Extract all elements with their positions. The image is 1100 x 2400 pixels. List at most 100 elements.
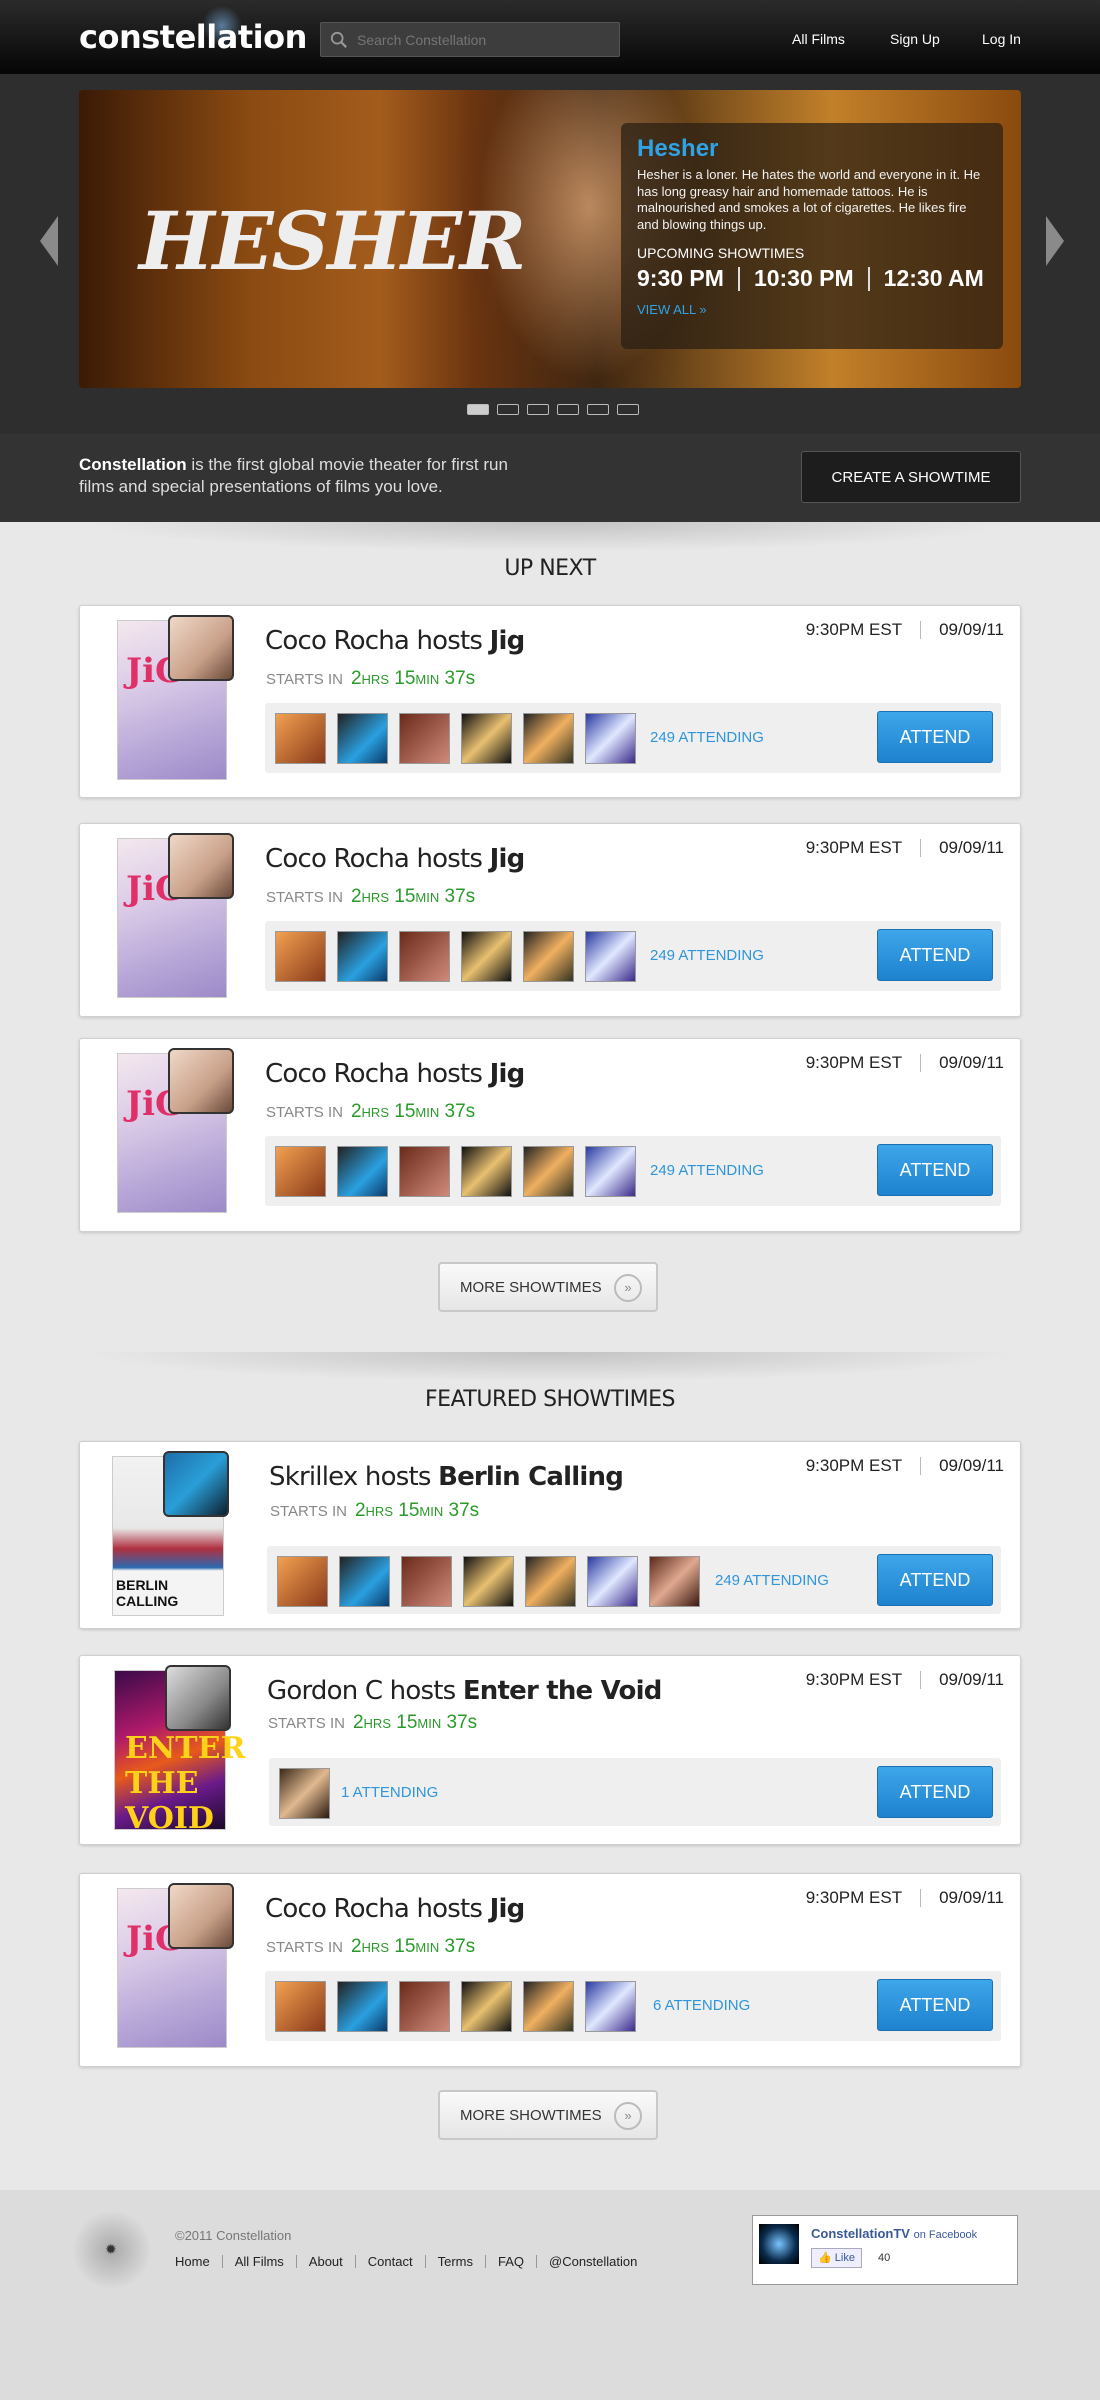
attend-button[interactable]: ATTEND xyxy=(877,1144,993,1196)
attendee-avatar[interactable] xyxy=(523,713,574,764)
attendee-avatar[interactable] xyxy=(649,1556,700,1607)
attendee-avatar[interactable] xyxy=(337,713,388,764)
film-poster[interactable]: ENTER THE VOID xyxy=(114,1665,245,1836)
attendee-avatar[interactable] xyxy=(461,713,512,764)
nav-sign-up[interactable]: Sign Up xyxy=(890,31,940,47)
footer-link-terms[interactable]: Terms xyxy=(438,2254,473,2269)
attend-button[interactable]: ATTEND xyxy=(877,711,993,763)
slide-dot[interactable] xyxy=(587,404,609,415)
host-avatar[interactable] xyxy=(168,1048,234,1114)
attendee-avatar[interactable] xyxy=(523,1146,574,1197)
showtime-title[interactable]: Gordon C hosts Enter the Void xyxy=(267,1676,662,1706)
attending-count[interactable]: 249 ATTENDING xyxy=(650,1162,764,1179)
showtime-when: 9:30PM EST 09/09/11 xyxy=(806,838,1004,858)
create-showtime-button[interactable]: CREATE A SHOWTIME xyxy=(801,451,1021,503)
attendee-avatar[interactable] xyxy=(337,931,388,982)
facebook-page-name[interactable]: ConstellationTV on Facebook xyxy=(811,2226,977,2241)
host-avatar[interactable] xyxy=(168,1883,234,1949)
showtime[interactable]: 12:30 AM xyxy=(884,265,984,292)
attendee-avatar[interactable] xyxy=(337,1146,388,1197)
showtime-title[interactable]: Coco Rocha hosts Jig xyxy=(265,1059,525,1089)
attendee-avatar[interactable] xyxy=(461,1146,512,1197)
hero-banner[interactable]: HESHER Hesher Hesher is a loner. He hate… xyxy=(79,90,1021,388)
showtimes-list: 9:30 PM 10:30 PM 12:30 AM xyxy=(637,265,987,292)
attendee-avatar[interactable] xyxy=(587,1556,638,1607)
attendee-avatar[interactable] xyxy=(275,713,326,764)
attend-button[interactable]: ATTEND xyxy=(877,1554,993,1606)
facebook-widget: ConstellationTV on Facebook 👍 Like 40 xyxy=(752,2215,1018,2285)
film-poster[interactable]: BERLIN CALLING xyxy=(112,1451,229,1616)
attendee-avatar[interactable] xyxy=(585,1146,636,1197)
attendee-avatar[interactable] xyxy=(461,931,512,982)
nav-log-in[interactable]: Log In xyxy=(982,31,1021,47)
attendee-avatar[interactable] xyxy=(399,1146,450,1197)
attend-button[interactable]: ATTEND xyxy=(877,929,993,981)
attendee-avatar[interactable] xyxy=(585,1981,636,2032)
search-input[interactable] xyxy=(357,23,612,56)
attend-button[interactable]: ATTEND xyxy=(877,1766,993,1818)
attendee-avatar[interactable] xyxy=(585,713,636,764)
film-poster[interactable]: JiG xyxy=(117,1048,234,1213)
attendee-avatar[interactable] xyxy=(401,1556,452,1607)
showtime-when: 9:30PM EST 09/09/11 xyxy=(806,1670,1004,1690)
attending-count[interactable]: 1 ATTENDING xyxy=(341,1784,438,1801)
more-showtimes-button[interactable]: MORE SHOWTIMES » xyxy=(438,2090,658,2140)
facebook-page-avatar[interactable] xyxy=(759,2224,799,2264)
showtime[interactable]: 9:30 PM xyxy=(637,265,724,292)
slide-dot[interactable] xyxy=(557,404,579,415)
search-box[interactable] xyxy=(320,22,620,57)
film-poster[interactable]: JiG xyxy=(117,615,234,780)
showtime-title[interactable]: Coco Rocha hosts Jig xyxy=(265,626,525,656)
attendee-avatar[interactable] xyxy=(339,1556,390,1607)
nav-all-films[interactable]: All Films xyxy=(792,31,845,47)
attend-button[interactable]: ATTEND xyxy=(877,1979,993,2031)
attendee-avatar[interactable] xyxy=(525,1556,576,1607)
footer-link-faq[interactable]: FAQ xyxy=(498,2254,524,2269)
footer-link-contact[interactable]: Contact xyxy=(368,2254,413,2269)
host-avatar[interactable] xyxy=(168,833,234,899)
attendee-avatar[interactable] xyxy=(399,713,450,764)
more-showtimes-button[interactable]: MORE SHOWTIMES » xyxy=(438,1262,658,1312)
hero-next-arrow-icon[interactable] xyxy=(1046,216,1064,266)
attendee-avatar[interactable] xyxy=(523,1981,574,2032)
slide-dot[interactable] xyxy=(467,404,489,415)
attending-count[interactable]: 249 ATTENDING xyxy=(650,729,764,746)
footer-link-all-films[interactable]: All Films xyxy=(235,2254,284,2269)
footer-link-about[interactable]: About xyxy=(309,2254,343,2269)
attendee-strip: 249 ATTENDING ATTEND xyxy=(265,703,1001,773)
attendee-avatar[interactable] xyxy=(523,931,574,982)
slide-dot[interactable] xyxy=(497,404,519,415)
attendee-avatar[interactable] xyxy=(461,1981,512,2032)
showtime-title[interactable]: Coco Rocha hosts Jig xyxy=(265,844,525,874)
attendee-avatar[interactable] xyxy=(399,931,450,982)
showtime-title[interactable]: Coco Rocha hosts Jig xyxy=(265,1894,525,1924)
host-avatar[interactable] xyxy=(168,615,234,681)
host-avatar[interactable] xyxy=(165,1665,231,1731)
attendee-avatar[interactable] xyxy=(399,1981,450,2032)
attendee-avatar[interactable] xyxy=(337,1981,388,2032)
film-poster[interactable]: JiG xyxy=(117,833,234,998)
showtime-title[interactable]: Skrillex hosts Berlin Calling xyxy=(269,1462,624,1492)
view-all-link[interactable]: VIEW ALL » xyxy=(637,302,987,317)
attendee-avatar[interactable] xyxy=(275,1981,326,2032)
attending-count[interactable]: 249 ATTENDING xyxy=(650,947,764,964)
hero-prev-arrow-icon[interactable] xyxy=(40,216,58,266)
attendee-avatar[interactable] xyxy=(277,1556,328,1607)
facebook-like-button[interactable]: 👍 Like xyxy=(811,2248,862,2268)
attendee-avatar[interactable] xyxy=(585,931,636,982)
attending-count[interactable]: 6 ATTENDING xyxy=(653,1997,750,2014)
footer-link-twitter[interactable]: @Constellation xyxy=(549,2254,637,2269)
attending-count[interactable]: 249 ATTENDING xyxy=(715,1572,829,1589)
logo[interactable]: constellation xyxy=(79,18,307,56)
film-poster[interactable]: JiG xyxy=(117,1883,234,2048)
attendee-avatar[interactable] xyxy=(279,1768,330,1819)
slide-dot[interactable] xyxy=(617,404,639,415)
host-avatar[interactable] xyxy=(163,1451,229,1517)
hero-film-title[interactable]: Hesher xyxy=(637,135,987,163)
showtime[interactable]: 10:30 PM xyxy=(754,265,854,292)
footer-link-home[interactable]: Home xyxy=(175,2254,210,2269)
attendee-avatar[interactable] xyxy=(463,1556,514,1607)
slide-dot[interactable] xyxy=(527,404,549,415)
attendee-avatar[interactable] xyxy=(275,931,326,982)
attendee-avatar[interactable] xyxy=(275,1146,326,1197)
